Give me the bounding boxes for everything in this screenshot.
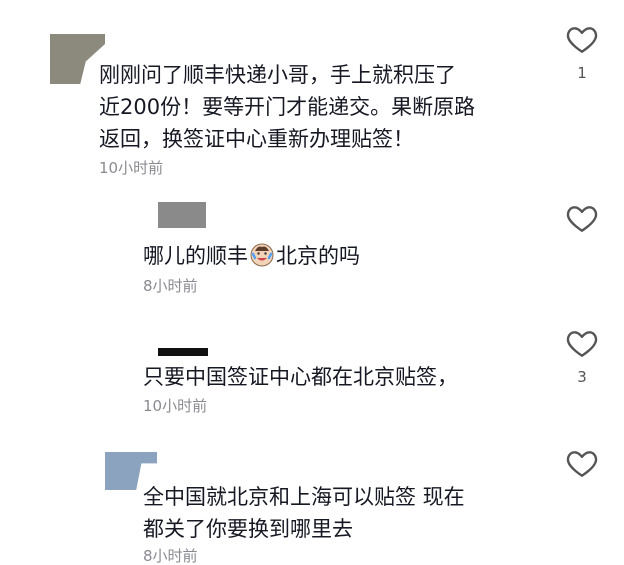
like-button[interactable] — [564, 448, 600, 488]
comment-text-line: 刚刚问了顺丰快递小哥，手上就积压了 — [99, 63, 456, 87]
comment-text-line: 返回，换签证中心重新办理贴签！ — [99, 127, 414, 151]
heart-icon — [566, 206, 598, 232]
like-button[interactable] — [564, 203, 600, 243]
like-button[interactable]: 1 — [564, 24, 600, 82]
comment-text-line: 近200份！要等开门才能递交。果断原路 — [99, 95, 476, 119]
like-button[interactable]: 3 — [564, 328, 600, 386]
comment-timestamp: 8小时前 — [143, 547, 198, 565]
comment-timestamp: 10小时前 — [143, 397, 208, 415]
comment-timestamp: 8小时前 — [143, 277, 198, 295]
username-redacted[interactable] — [158, 202, 206, 228]
crying-laughing-face-icon — [249, 241, 275, 275]
comment-text-segment: 北京的吗 — [276, 244, 360, 268]
comment-text-line: 全中国就北京和上海可以贴签 现在 — [143, 485, 465, 509]
comment-timestamp: 10小时前 — [99, 159, 164, 177]
heart-icon — [566, 331, 598, 357]
comment-text-segment: 哪儿的顺丰 — [143, 244, 248, 268]
avatar[interactable] — [50, 34, 105, 84]
like-count: 1 — [577, 64, 587, 82]
comment-text-line: 都关了你要换到哪里去 — [143, 517, 353, 541]
comment-text-line: 哪儿的顺丰 北京的吗 — [143, 241, 360, 275]
heart-icon — [566, 27, 598, 53]
comment-text-line: 只要中国签证中心都在北京贴签， — [143, 365, 458, 389]
username-redacted[interactable] — [158, 348, 208, 356]
heart-icon — [566, 451, 598, 477]
like-count: 3 — [577, 368, 587, 386]
